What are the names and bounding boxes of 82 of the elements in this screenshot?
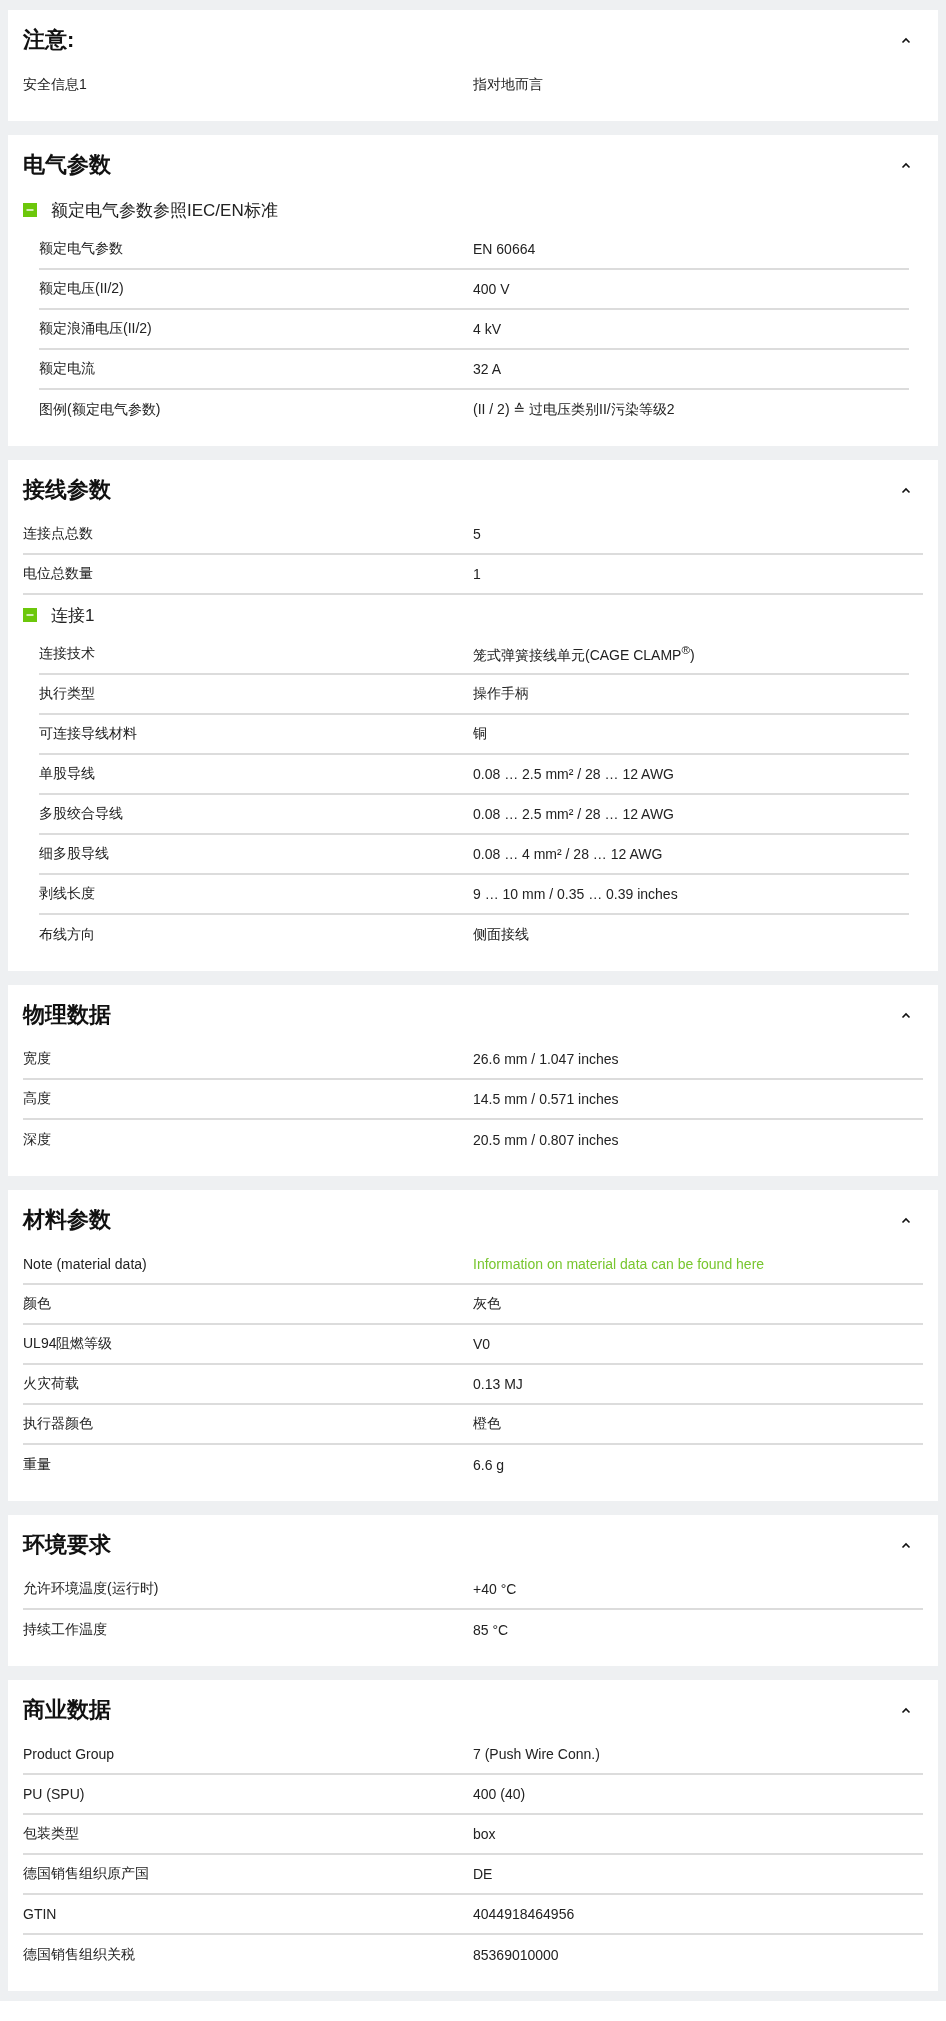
property-label: 颜色 (23, 1295, 51, 1313)
property-value: 85 °C (473, 1622, 509, 1638)
chevron-up-icon[interactable] (901, 1216, 911, 1224)
property-label: 额定浪涌电压(II/2) (39, 320, 152, 338)
property-value: (II / 2) ≙ 过电压类别II/污染等级2 (473, 401, 675, 419)
property-label: 额定电气参数 (39, 240, 123, 258)
property-label: 单股导线 (39, 765, 95, 783)
section-title: 注意: (23, 26, 75, 54)
property-value: 0.08 … 4 mm² / 28 … 12 AWG (473, 846, 663, 862)
property-label: 深度 (23, 1131, 51, 1149)
group-title: 连接1 (51, 604, 95, 627)
property-value: 7 (Push Wire Conn.) (473, 1746, 600, 1762)
property-value: 侧面接线 (473, 926, 529, 944)
property-label: 连接技术 (39, 645, 95, 663)
material-data-link[interactable]: Information on material data can be found here (473, 1256, 765, 1272)
property-label: 额定电流 (39, 360, 95, 378)
property-label: PU (SPU) (23, 1786, 85, 1802)
property-label: 允许环境温度(运行时) (23, 1580, 159, 1598)
property-label: 剥线长度 (39, 885, 95, 903)
chevron-up-icon[interactable] (901, 36, 911, 44)
property-value: 14.5 mm / 0.571 inches (473, 1091, 619, 1107)
property-value: 0.08 … 2.5 mm² / 28 … 12 AWG (473, 766, 674, 782)
property-value: 0.08 … 2.5 mm² / 28 … 12 AWG (473, 806, 674, 822)
section-title: 接线参数 (23, 476, 111, 504)
property-label: UL94阻燃等级 (23, 1335, 113, 1353)
property-value: 400 (40) (473, 1786, 526, 1802)
property-label: 德国销售组织原产国 (23, 1865, 149, 1883)
property-value: 20.5 mm / 0.807 inches (473, 1132, 619, 1148)
property-label: 高度 (23, 1090, 51, 1108)
property-value: 32 A (473, 361, 502, 377)
section-title: 电气参数 (23, 151, 111, 179)
property-value: EN 60664 (473, 241, 536, 257)
property-value: 橙色 (473, 1415, 501, 1433)
property-value: 0.13 MJ (473, 1376, 523, 1392)
chevron-up-icon[interactable] (901, 1706, 911, 1714)
property-value: V0 (473, 1336, 491, 1352)
property-value: 9 … 10 mm / 0.35 … 0.39 inches (473, 886, 678, 902)
property-value: 6.6 g (473, 1457, 505, 1473)
property-value: +40 °C (473, 1581, 517, 1597)
property-value: 5 (473, 526, 481, 542)
property-value: 85369010000 (473, 1947, 559, 1963)
property-value: 4 kV (473, 321, 501, 337)
property-label: Note (material data) (23, 1256, 147, 1272)
property-label: 多股绞合导线 (39, 805, 123, 823)
property-label: 重量 (23, 1456, 51, 1474)
chevron-up-icon[interactable] (901, 1011, 911, 1019)
chevron-up-icon[interactable] (901, 486, 911, 494)
property-label: 可连接导线材料 (39, 725, 137, 743)
property-value: 操作手柄 (473, 685, 529, 703)
section-title: 环境要求 (23, 1531, 111, 1559)
section-title: 物理数据 (23, 1001, 111, 1029)
property-label: 图例(额定电气参数) (39, 401, 161, 419)
property-label: 执行类型 (39, 685, 95, 703)
property-value: 指对地而言 (473, 76, 543, 94)
section-title: 商业数据 (23, 1696, 111, 1724)
property-value: 铜 (473, 725, 487, 743)
property-value: 4044918464956 (473, 1906, 575, 1922)
property-label: 执行器颜色 (23, 1415, 93, 1433)
chevron-up-icon[interactable] (901, 161, 911, 169)
property-label: GTIN (23, 1906, 57, 1922)
property-value: 400 V (473, 281, 510, 297)
property-label: 包装类型 (23, 1825, 79, 1843)
section-title: 材料参数 (23, 1206, 111, 1234)
property-label: 细多股导线 (39, 845, 109, 863)
property-label: 德国销售组织关税 (23, 1946, 135, 1964)
property-label: 电位总数量 (23, 565, 93, 583)
property-value: 1 (473, 566, 481, 582)
property-label: 额定电压(II/2) (39, 280, 124, 298)
property-label: 宽度 (23, 1050, 51, 1068)
property-label: 布线方向 (39, 926, 95, 944)
property-value: box (473, 1826, 496, 1842)
property-label: Product Group (23, 1746, 115, 1762)
property-label: 连接点总数 (23, 525, 93, 543)
property-value: DE (473, 1866, 493, 1882)
property-label: 持续工作温度 (23, 1621, 107, 1639)
group-title: 额定电气参数参照IEC/EN标准 (51, 199, 278, 222)
property-label: 火灾荷载 (23, 1375, 79, 1393)
property-label: 安全信息1 (23, 76, 87, 94)
property-value: 26.6 mm / 1.047 inches (473, 1051, 619, 1067)
chevron-up-icon[interactable] (901, 1541, 911, 1549)
property-value: 灰色 (473, 1295, 501, 1313)
property-value: 笼式弹簧接线单元(CAGE CLAMP$^{®}$) (473, 643, 695, 665)
